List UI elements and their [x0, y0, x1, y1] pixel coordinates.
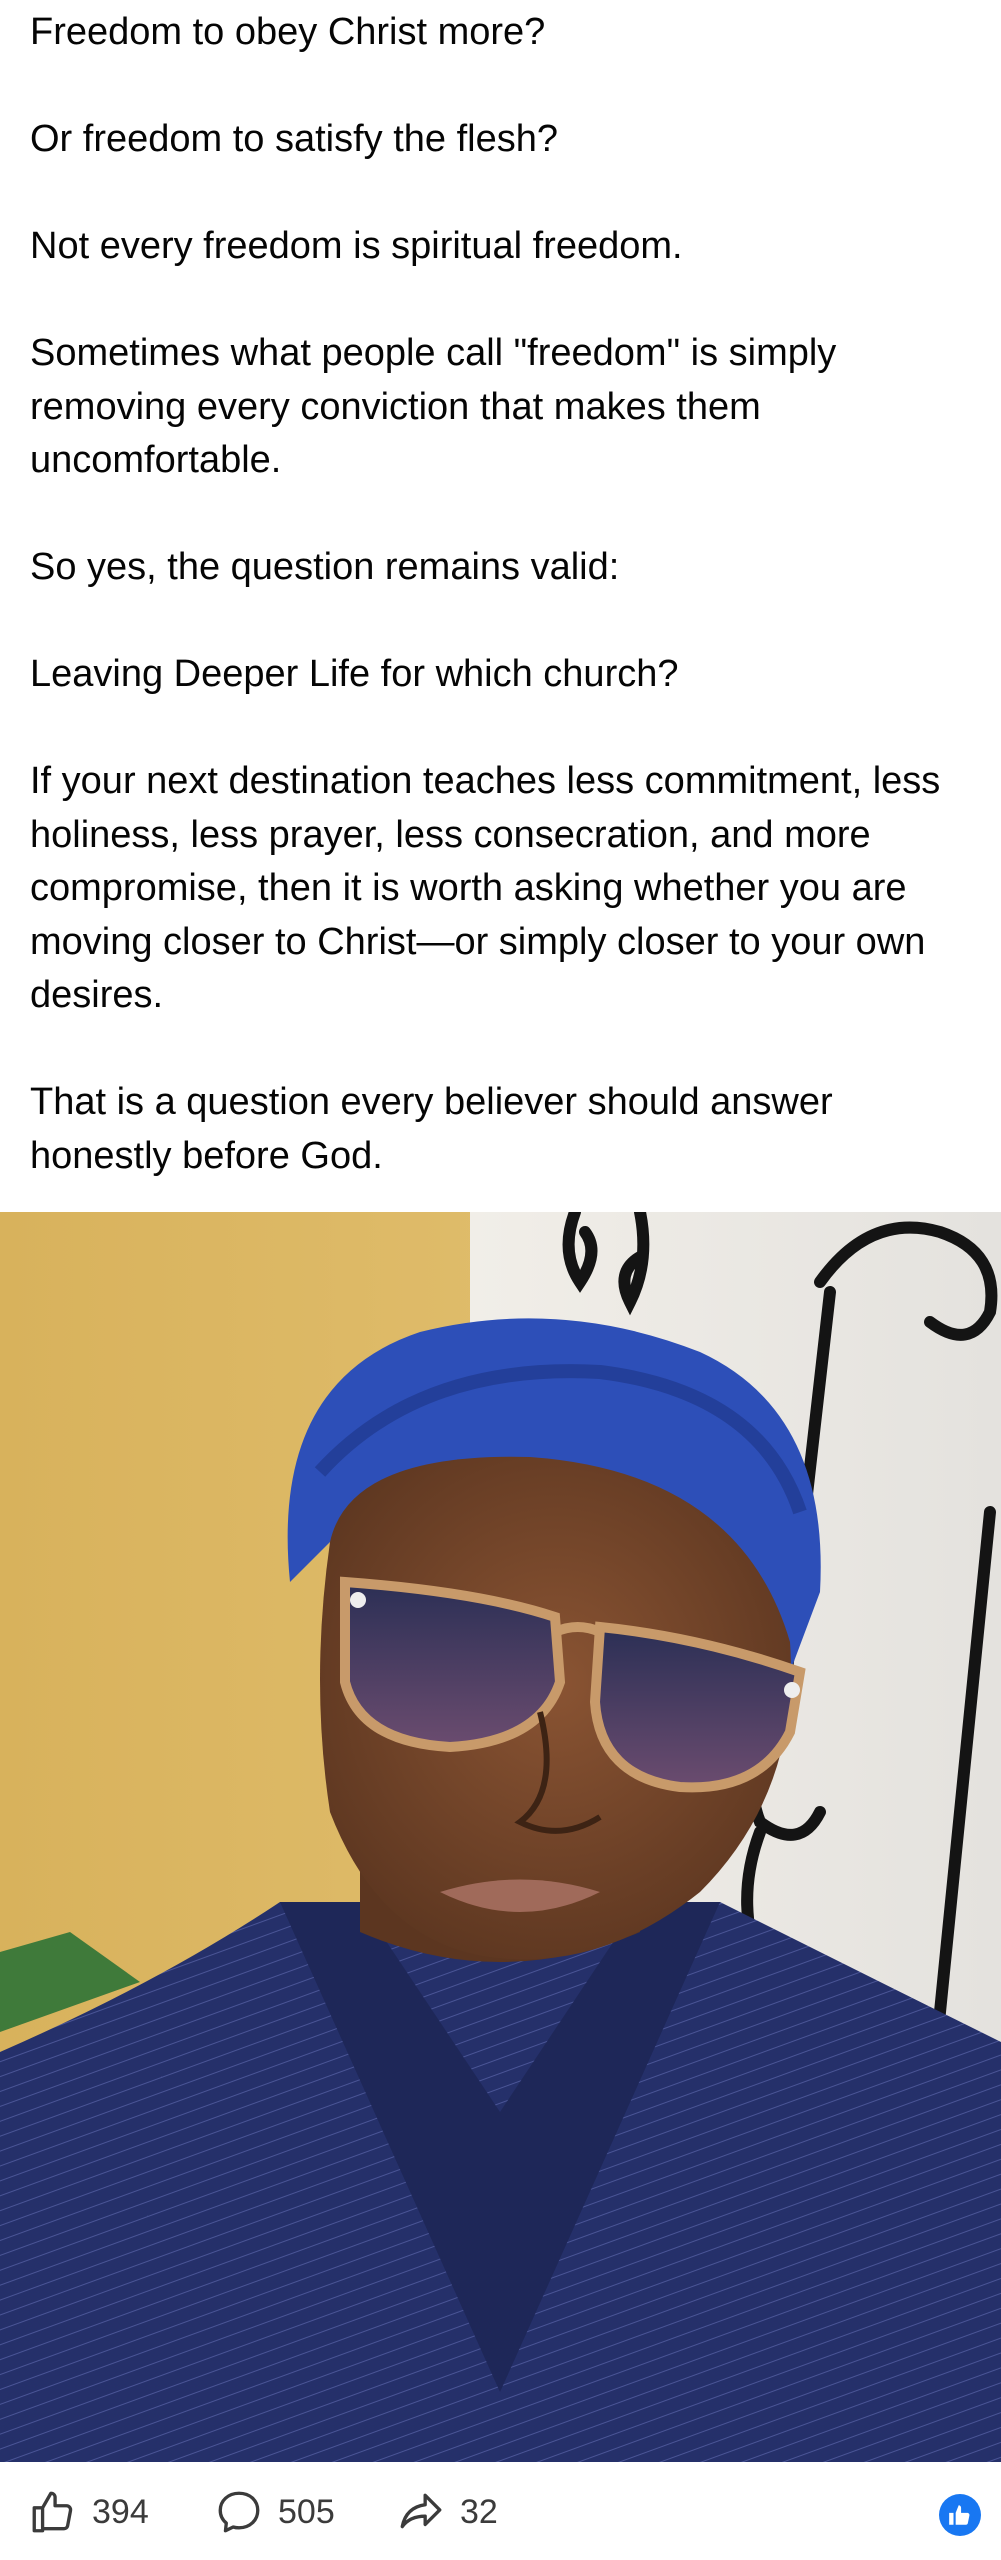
share-count: 32 — [460, 2493, 498, 2531]
thumbs-up-icon — [32, 2491, 73, 2533]
post-paragraph-1: Freedom to obey Christ more? — [30, 11, 546, 53]
comment-bubble-icon — [218, 2491, 260, 2533]
post-body: Freedom to obey Christ more? Or freedom … — [30, 6, 980, 1183]
like-button[interactable]: 394 — [28, 2486, 149, 2538]
comment-count: 505 — [278, 2493, 335, 2531]
post-paragraph-5: So yes, the question remains valid: — [30, 546, 620, 588]
post-paragraph-3: Not every freedom is spiritual freedom. — [30, 225, 683, 267]
like-reaction-icon[interactable] — [939, 2494, 981, 2536]
post-photo[interactable] — [0, 1212, 1001, 2462]
like-count: 394 — [92, 2493, 149, 2531]
share-button[interactable]: 32 — [396, 2486, 498, 2538]
share-arrow-icon — [400, 2493, 442, 2529]
post-paragraph-7: If your next destination teaches less co… — [30, 760, 951, 1016]
portrait-photo — [0, 1212, 1001, 2462]
post-actions-bar: 394 505 32 — [0, 2462, 1001, 2560]
thumbs-up-icon — [949, 2505, 970, 2525]
post-paragraph-8: That is a question every believer should… — [30, 1081, 844, 1177]
post-paragraph-6: Leaving Deeper Life for which church? — [30, 653, 679, 695]
post-paragraph-2: Or freedom to satisfy the flesh? — [30, 118, 559, 160]
post-paragraph-4: Sometimes what people call "freedom" is … — [30, 332, 847, 481]
comment-button[interactable]: 505 — [214, 2486, 335, 2538]
